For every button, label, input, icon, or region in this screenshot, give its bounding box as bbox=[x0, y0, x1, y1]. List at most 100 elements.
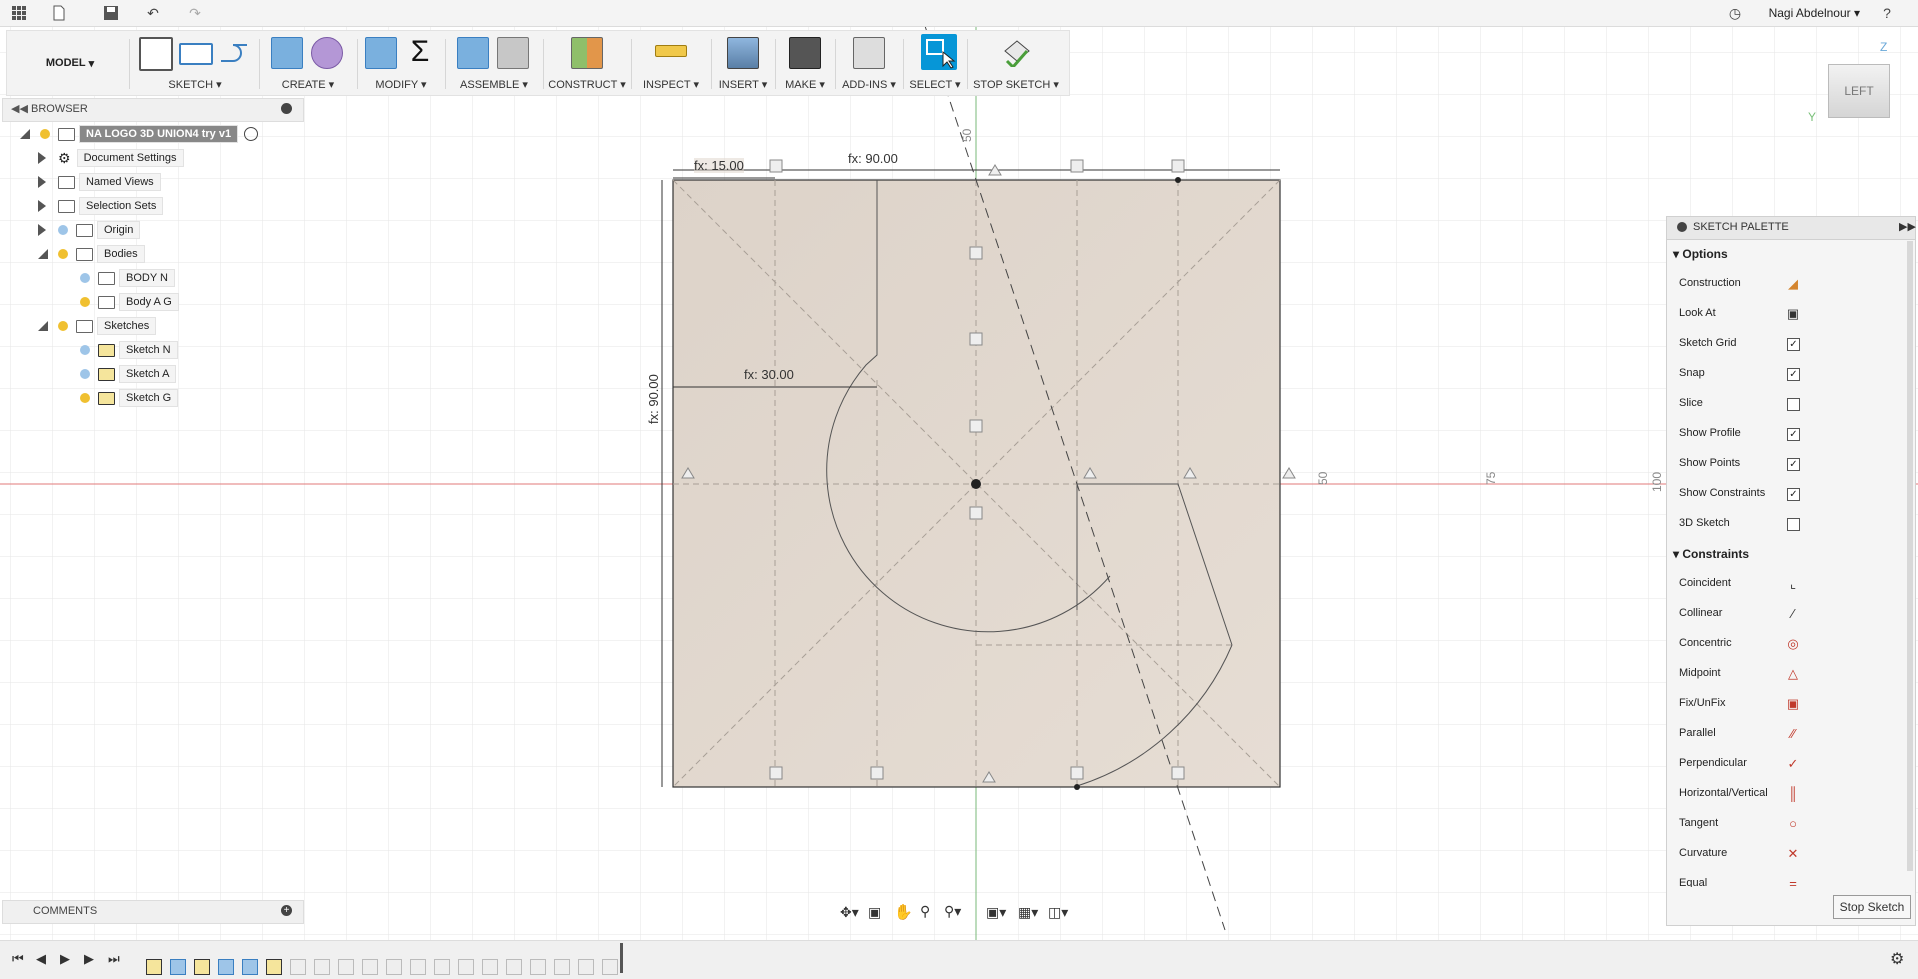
joint-icon[interactable] bbox=[497, 37, 529, 69]
offset-plane-icon[interactable] bbox=[571, 37, 603, 69]
browser-minimize-icon[interactable] bbox=[281, 103, 292, 114]
dim-width-total[interactable]: fx: 90.00 bbox=[848, 151, 898, 166]
snap-checkbox[interactable]: ✓ bbox=[1787, 368, 1800, 381]
rectangle-icon[interactable] bbox=[179, 43, 213, 65]
stop-sketch-group[interactable]: STOP SKETCH ▾ bbox=[969, 31, 1063, 95]
make-group[interactable]: MAKE ▾ bbox=[777, 31, 833, 95]
viewports-icon[interactable]: ◫▾ bbox=[1048, 904, 1068, 921]
stop-sketch-icon[interactable] bbox=[1001, 37, 1031, 70]
option-construction[interactable]: Construction ◢ bbox=[1667, 269, 1897, 299]
comments-panel-header[interactable]: COMMENTS + bbox=[2, 900, 304, 924]
option-snap[interactable]: Snap ✓ bbox=[1667, 359, 1897, 389]
select-icon[interactable] bbox=[921, 34, 957, 70]
palette-minimize-icon[interactable] bbox=[1677, 222, 1687, 232]
modify-group[interactable]: Σ MODIFY ▾ bbox=[361, 31, 441, 95]
midpoint-icon[interactable]: △ bbox=[1785, 666, 1801, 682]
zoom-icon[interactable]: ⚲▾ bbox=[944, 903, 961, 920]
option-show-constraints[interactable]: Show Constraints ✓ bbox=[1667, 479, 1897, 509]
insert-menu[interactable]: INSERT ▾ bbox=[713, 78, 773, 91]
perpendicular-icon[interactable]: ✓ bbox=[1785, 756, 1801, 772]
dim-arc-offset[interactable]: fx: 30.00 bbox=[744, 367, 794, 382]
parallel-icon[interactable]: ∕∕ bbox=[1785, 726, 1801, 742]
coincident-icon[interactable]: ⌞ bbox=[1785, 576, 1801, 592]
show-constraints-checkbox[interactable]: ✓ bbox=[1787, 488, 1800, 501]
dim-height-total[interactable]: fx: 90.00 bbox=[646, 374, 661, 424]
constraint-tangent[interactable]: Tangent ○ bbox=[1667, 809, 1897, 839]
equal-icon[interactable]: = bbox=[1785, 876, 1801, 887]
timeline-prev-icon[interactable]: ◀ bbox=[36, 951, 46, 967]
tree-item-sketches[interactable]: Sketches bbox=[38, 316, 157, 336]
insert-image-icon[interactable] bbox=[727, 37, 759, 69]
tree-item-named-views[interactable]: Named Views bbox=[38, 172, 161, 192]
timeline-next-icon[interactable]: ▶ bbox=[84, 951, 94, 967]
constraint-collinear[interactable]: Collinear ∕ bbox=[1667, 599, 1897, 629]
sketch-grid-checkbox[interactable]: ✓ bbox=[1787, 338, 1800, 351]
option-show-profile[interactable]: Show Profile ✓ bbox=[1667, 419, 1897, 449]
constraint-fix-unfix[interactable]: Fix/UnFix ▣ bbox=[1667, 689, 1897, 719]
timeline-marker[interactable] bbox=[620, 943, 623, 973]
display-settings-icon[interactable]: ▣▾ bbox=[986, 904, 1006, 921]
tree-item-sketch-n[interactable]: Sketch N bbox=[80, 340, 178, 360]
viewcube[interactable]: LEFT bbox=[1828, 64, 1890, 118]
construct-group[interactable]: CONSTRUCT ▾ bbox=[547, 31, 627, 95]
timeline-settings-icon[interactable]: ⚙ bbox=[1890, 949, 1904, 969]
form-icon[interactable] bbox=[311, 37, 343, 69]
undo-icon[interactable]: ↶ bbox=[142, 3, 164, 23]
browser-panel-header[interactable]: ◀◀ BROWSER bbox=[2, 98, 304, 122]
tree-item-document-settings[interactable]: ⚙ Document Settings bbox=[38, 148, 184, 168]
curvature-icon[interactable]: ✕ bbox=[1785, 846, 1801, 862]
sketch-group[interactable]: SKETCH ▾ bbox=[135, 31, 255, 95]
option-sketch-grid[interactable]: Sketch Grid ✓ bbox=[1667, 329, 1897, 359]
press-pull-icon[interactable] bbox=[365, 37, 397, 69]
make-menu[interactable]: MAKE ▾ bbox=[777, 78, 833, 91]
create-sketch-icon[interactable] bbox=[139, 37, 173, 71]
option-3d-sketch[interactable]: 3D Sketch bbox=[1667, 509, 1897, 539]
inspect-group[interactable]: INSPECT ▾ bbox=[635, 31, 707, 95]
constraint-concentric[interactable]: Concentric ◎ bbox=[1667, 629, 1897, 659]
job-status-icon[interactable]: ◷ bbox=[1724, 3, 1746, 23]
add-ins-group[interactable]: ADD-INS ▾ bbox=[837, 31, 901, 95]
activate-radio-icon[interactable] bbox=[244, 127, 259, 141]
timeline-end-icon[interactable]: ⏭ bbox=[108, 951, 120, 967]
save-icon[interactable] bbox=[100, 3, 122, 23]
orbit-icon[interactable]: ✥▾ bbox=[840, 904, 859, 921]
stop-sketch-menu[interactable]: STOP SKETCH ▾ bbox=[969, 78, 1063, 91]
tree-item-origin[interactable]: Origin bbox=[38, 220, 141, 240]
palette-expand-icon[interactable]: ▶▶ bbox=[1899, 220, 1916, 233]
options-section[interactable]: ▾ Options bbox=[1673, 247, 1728, 261]
help-icon[interactable]: ? bbox=[1876, 3, 1898, 23]
show-points-checkbox[interactable]: ✓ bbox=[1787, 458, 1800, 471]
sketch-canvas[interactable] bbox=[0, 0, 1918, 978]
tree-item-body-n[interactable]: BODY N bbox=[80, 268, 175, 288]
constraint-horizontal-vertical[interactable]: Horizontal/Vertical ║ bbox=[1667, 779, 1897, 809]
select-group[interactable]: SELECT ▾ bbox=[905, 31, 965, 95]
construct-menu[interactable]: CONSTRUCT ▾ bbox=[547, 78, 627, 91]
3d-sketch-checkbox[interactable] bbox=[1787, 518, 1800, 531]
create-group[interactable]: CREATE ▾ bbox=[263, 31, 353, 95]
extrude-icon[interactable] bbox=[271, 37, 303, 69]
zoom-window-icon[interactable]: ⚲ bbox=[920, 903, 930, 920]
look-at-nav-icon[interactable]: ▣ bbox=[868, 904, 881, 921]
tree-item-body-a-g[interactable]: Body A G bbox=[80, 292, 179, 312]
assemble-group[interactable]: ASSEMBLE ▾ bbox=[449, 31, 539, 95]
file-icon[interactable] bbox=[48, 3, 70, 23]
timeline-play-icon[interactable]: ▶ bbox=[60, 951, 70, 967]
construction-icon[interactable]: ◢ bbox=[1785, 276, 1801, 292]
concentric-icon[interactable]: ◎ bbox=[1785, 636, 1801, 652]
look-at-icon[interactable]: ▣ bbox=[1785, 306, 1801, 322]
collapse-browser-icon[interactable]: ◀◀ bbox=[11, 102, 28, 115]
app-grid-icon[interactable] bbox=[8, 3, 30, 23]
horizontal-vertical-icon[interactable]: ║ bbox=[1785, 786, 1801, 802]
browser-root[interactable]: NA LOGO 3D UNION4 try v1 bbox=[20, 124, 259, 144]
constraint-parallel[interactable]: Parallel ∕∕ bbox=[1667, 719, 1897, 749]
3d-print-icon[interactable] bbox=[789, 37, 821, 69]
sketch-menu[interactable]: SKETCH ▾ bbox=[135, 78, 255, 91]
user-menu[interactable]: Nagi Abdelnour ▾ bbox=[1769, 6, 1860, 20]
option-look-at[interactable]: Look At ▣ bbox=[1667, 299, 1897, 329]
insert-group[interactable]: INSERT ▾ bbox=[713, 31, 773, 95]
new-component-icon[interactable] bbox=[457, 37, 489, 69]
pan-icon[interactable]: ✋ bbox=[894, 903, 913, 921]
add-ins-menu[interactable]: ADD-INS ▾ bbox=[837, 78, 901, 91]
create-menu[interactable]: CREATE ▾ bbox=[263, 78, 353, 91]
tree-item-selection-sets[interactable]: Selection Sets bbox=[38, 196, 164, 216]
